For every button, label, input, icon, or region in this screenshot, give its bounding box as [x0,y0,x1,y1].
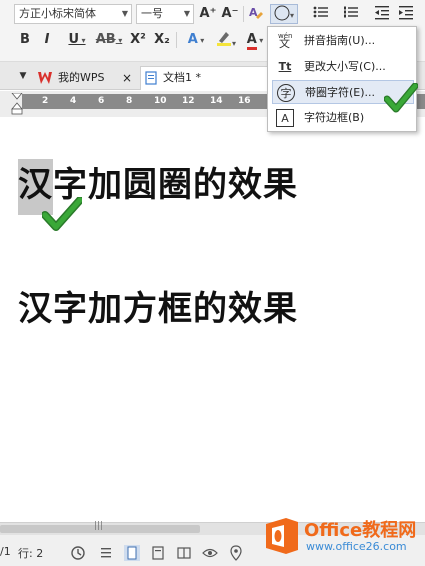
font-size-value: 一号 [141,7,163,20]
chevron-down-icon: ▾ [79,36,86,45]
wps-logo-icon [38,72,52,84]
watermark: Office教程网 www.office26.com [262,514,422,558]
tab-document-label: 文档1 * [163,71,201,84]
heading-circle-effect-rest: 字加圆圈的效果 [53,165,298,205]
numbered-list-button[interactable] [338,4,364,24]
text-effect-button[interactable]: A ▾ [182,30,210,50]
highlight-button[interactable]: ▾ [212,30,240,50]
outline-view-icon[interactable] [98,545,114,561]
enclosed-char-icon [274,5,290,21]
page-indicator: /1 [0,545,11,558]
bullet-list-button[interactable] [308,4,334,24]
ruler-tick-label: 10 [154,96,167,106]
watermark-title: Office教程网 [304,520,417,541]
eye-protection-icon[interactable] [202,545,218,561]
phonetic-guide-icon: wén 文 [276,32,294,50]
green-check-icon [384,83,418,113]
toolbar-row-1: 方正小标宋简体 ▼ 一号 ▼ A⁺ A⁻ A ▾ [0,2,425,26]
indent-icon [399,6,413,20]
tab-document-1[interactable]: 文档1 * [140,66,268,90]
subscript-button[interactable]: X₂ [152,30,172,50]
read-view-icon[interactable] [176,545,192,561]
font-color-button[interactable]: A ▾ [242,30,268,50]
decrease-indent-button[interactable] [372,4,392,24]
underline-label: U [68,32,79,47]
divider [176,32,177,48]
font-color-label: A [246,32,257,50]
ruler-tick-label: 16 [238,96,251,106]
grow-font-button[interactable]: A⁺ [198,4,218,24]
enclosed-char-icon: 字 [277,84,295,102]
close-icon[interactable]: × [122,67,132,89]
ruler-tick-label: 14 [210,96,223,106]
tab-list-dropdown[interactable]: ▼ [14,66,32,86]
chevron-down-icon: ▾ [231,39,236,48]
shrink-font-button[interactable]: A⁻ [220,4,240,24]
divider [243,6,244,22]
ruler-tick-label: 12 [182,96,195,106]
strikethrough-label: AB [95,32,116,47]
numbered-list-icon [344,6,358,18]
char-border-glyph: A [281,112,289,125]
menu-item-label: 字符边框(B) [304,111,365,124]
office-logo-icon [266,518,298,554]
menu-item-label: 带圈字符(E)... [305,86,376,99]
highlighter-icon [216,32,231,46]
document-page[interactable]: 汉字加圆圈的效果 汉字加方框的效果 [0,117,425,522]
phonetic-guide-glyph: 文 [279,37,290,50]
chevron-down-icon: ▾ [256,36,264,45]
text-effect-label: A [187,32,198,47]
clear-format-button[interactable]: A [246,4,266,24]
change-case-icon: Tt [278,60,292,73]
tab-my-wps-label: 我的WPS [58,71,105,84]
bullet-list-icon [313,6,328,18]
tab-my-wps[interactable]: 我的WPS × [36,66,136,90]
revision-icon[interactable] [70,545,86,561]
chevron-down-icon: ▾ [197,36,205,45]
menu-item-label: 拼音指南(U)... [304,34,376,47]
font-size-combo[interactable]: 一号 ▼ [136,4,194,24]
ruler-tick-label: 8 [126,96,133,106]
chevron-down-icon[interactable]: ▼ [122,5,128,23]
web-view-icon[interactable] [150,545,166,561]
ruler-tick-label: 2 [42,96,49,106]
green-check-icon [42,197,82,231]
font-name-combo[interactable]: 方正小标宋简体 ▼ [14,4,132,24]
line-indicator: 行: 2 [18,547,44,560]
heading-box-effect[interactable]: 汉字加方框的效果 [18,281,298,330]
chevron-down-icon: ▾ [289,11,294,20]
menu-item-phonetic-guide[interactable]: wén 文 拼音指南(U)... [272,29,414,53]
page-view-icon[interactable] [124,545,140,561]
ruler-tick-label: 4 [70,96,77,106]
strikethrough-button[interactable]: AB ▾ [94,30,124,50]
bold-button[interactable]: B [16,30,34,50]
enclose-char-button[interactable]: ▾ [270,4,298,24]
eraser-icon: A [249,6,263,19]
menu-item-label: 更改大小写(C)... [304,60,386,73]
chevron-down-icon[interactable]: ▼ [184,5,190,23]
char-border-icon: A [276,109,294,127]
increase-indent-button[interactable] [396,4,416,24]
superscript-button[interactable]: X² [128,30,148,50]
enclose-char-menu: wén 文 拼音指南(U)... Tt 更改大小写(C)... 字 带圈字符(E)… [267,26,418,132]
document-icon [145,71,157,85]
enclosed-char-glyph: 字 [280,87,292,100]
underline-button[interactable]: U ▾ [62,30,92,50]
ruler-tick-label: 6 [98,96,105,106]
scrollbar-grip-icon: ||| [94,521,104,531]
font-name-value: 方正小标宋简体 [19,7,96,20]
chevron-down-icon: ▾ [115,36,123,45]
watermark-url: www.office26.com [306,540,407,553]
location-icon[interactable] [228,545,244,561]
outdent-icon [375,6,389,20]
menu-item-change-case[interactable]: Tt 更改大小写(C)... [272,55,414,79]
italic-button[interactable]: I [38,30,56,50]
